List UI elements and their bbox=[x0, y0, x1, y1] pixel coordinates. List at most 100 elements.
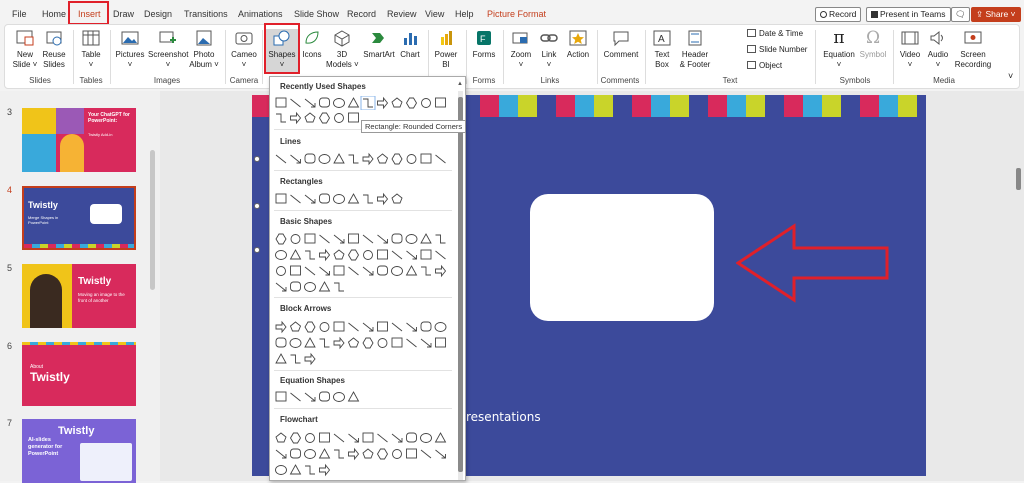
shape-option[interactable] bbox=[377, 96, 389, 110]
tab-file[interactable]: File bbox=[12, 9, 27, 19]
shape-option[interactable] bbox=[420, 153, 432, 164]
tab-help[interactable]: Help bbox=[455, 9, 474, 19]
shape-option[interactable] bbox=[290, 98, 301, 108]
shape-option[interactable] bbox=[434, 432, 447, 443]
shape-option[interactable] bbox=[377, 433, 388, 443]
shape-option[interactable] bbox=[319, 338, 330, 348]
shape-option[interactable] bbox=[405, 97, 418, 109]
symbol-button[interactable]: Ω Symbol bbox=[858, 29, 888, 60]
reuse-slides-button[interactable]: Reuse Slides bbox=[40, 29, 68, 69]
shape-option[interactable] bbox=[377, 265, 388, 276]
shape-option[interactable] bbox=[348, 266, 359, 276]
shape-option[interactable] bbox=[304, 98, 316, 108]
shape-option[interactable] bbox=[377, 192, 389, 206]
shape-option[interactable] bbox=[275, 97, 287, 108]
shape-option[interactable] bbox=[333, 336, 345, 350]
tab-design[interactable]: Design bbox=[144, 9, 172, 19]
shape-option[interactable] bbox=[318, 448, 331, 459]
3d-models-button[interactable]: 3D Models ˅ bbox=[326, 29, 359, 69]
shape-option[interactable] bbox=[347, 337, 360, 348]
shape-option[interactable] bbox=[377, 338, 388, 348]
shape-option[interactable] bbox=[362, 448, 374, 459]
shape-option[interactable] bbox=[435, 97, 446, 108]
shape-option[interactable] bbox=[319, 322, 330, 332]
tab-transitions[interactable]: Transitions bbox=[184, 9, 228, 19]
comment-button[interactable]: Comment bbox=[602, 29, 640, 60]
shape-option[interactable] bbox=[290, 448, 301, 459]
shape-option[interactable] bbox=[319, 391, 330, 402]
shape-option[interactable] bbox=[333, 153, 345, 164]
shape-option[interactable] bbox=[333, 249, 345, 260]
slide-number-button[interactable]: Slide Number bbox=[747, 45, 807, 55]
shape-option[interactable] bbox=[420, 249, 432, 260]
shape-option[interactable] bbox=[304, 112, 316, 123]
slide-thumbnail-7[interactable]: Twistly AI-slides generator for PowerPoi… bbox=[22, 419, 136, 483]
shape-option[interactable] bbox=[391, 250, 403, 260]
shape-option[interactable] bbox=[348, 447, 360, 461]
date-time-button[interactable]: Date & Time bbox=[747, 29, 803, 39]
shape-option[interactable] bbox=[406, 338, 417, 348]
slide-thumbnail-6[interactable]: About Twistly bbox=[22, 342, 136, 406]
shape-option[interactable] bbox=[333, 433, 345, 443]
forms-button[interactable]: F Forms bbox=[470, 29, 498, 60]
shape-option[interactable] bbox=[276, 113, 286, 123]
shape-option[interactable] bbox=[275, 193, 287, 204]
shape-option[interactable] bbox=[275, 353, 287, 364]
equation-button[interactable]: π Equation ˅ bbox=[821, 29, 857, 69]
shape-option[interactable] bbox=[347, 97, 360, 108]
object-button[interactable]: Object bbox=[747, 61, 782, 71]
shape-option[interactable] bbox=[347, 193, 360, 204]
record-button[interactable]: Record bbox=[815, 7, 862, 22]
selection-handle[interactable] bbox=[254, 247, 260, 253]
shape-option[interactable] bbox=[275, 233, 287, 245]
audio-button[interactable]: Audio ˅ bbox=[925, 29, 951, 69]
icons-button[interactable]: Icons bbox=[300, 29, 324, 60]
shape-option[interactable] bbox=[434, 322, 447, 332]
rounded-rectangle-shape[interactable] bbox=[530, 194, 714, 321]
tab-picture-format[interactable]: Picture Format bbox=[487, 9, 546, 19]
shape-option[interactable] bbox=[333, 194, 345, 204]
shape-option[interactable] bbox=[377, 249, 388, 260]
shape-option[interactable] bbox=[392, 449, 402, 459]
shape-option[interactable] bbox=[318, 281, 331, 292]
present-in-teams-button[interactable]: Present in Teams bbox=[866, 7, 951, 22]
shape-option[interactable] bbox=[406, 448, 417, 459]
pictures-button[interactable]: Pictures ˅ bbox=[114, 29, 146, 69]
shape-option[interactable] bbox=[420, 233, 432, 244]
shape-option[interactable] bbox=[304, 321, 316, 333]
shape-option[interactable] bbox=[391, 266, 403, 276]
thumbnail-scrollbar[interactable] bbox=[150, 150, 155, 290]
tab-slide-show[interactable]: Slide Show bbox=[294, 9, 339, 19]
screenshot-button[interactable]: Screenshot ˅ bbox=[148, 29, 188, 69]
shape-option[interactable] bbox=[304, 282, 316, 292]
shape-option[interactable] bbox=[304, 153, 316, 164]
shape-option[interactable] bbox=[405, 234, 418, 244]
shape-option[interactable] bbox=[319, 193, 330, 204]
shape-option[interactable] bbox=[420, 433, 432, 443]
header-footer-button[interactable]: Header & Footer bbox=[677, 29, 713, 69]
dropdown-scroll-up-icon[interactable]: ▲ bbox=[457, 81, 463, 87]
shape-option[interactable] bbox=[290, 111, 302, 125]
shape-option[interactable] bbox=[289, 321, 302, 332]
shape-option[interactable] bbox=[435, 264, 447, 278]
chart-button[interactable]: Chart bbox=[398, 29, 422, 60]
shape-option[interactable] bbox=[420, 321, 432, 332]
tab-view[interactable]: View bbox=[425, 9, 444, 19]
shape-option[interactable] bbox=[275, 449, 287, 459]
shape-option[interactable] bbox=[305, 250, 315, 260]
shape-option[interactable] bbox=[275, 432, 287, 443]
shape-option[interactable] bbox=[420, 338, 432, 348]
shape-option[interactable] bbox=[362, 266, 374, 276]
shape-option[interactable] bbox=[289, 464, 302, 475]
shape-option[interactable] bbox=[405, 265, 418, 276]
shape-option[interactable] bbox=[304, 194, 316, 204]
shape-option[interactable] bbox=[363, 194, 373, 204]
shape-option[interactable] bbox=[333, 321, 345, 332]
shape-option[interactable] bbox=[377, 321, 388, 332]
shape-option[interactable] bbox=[275, 282, 287, 292]
shape-option[interactable] bbox=[348, 233, 359, 244]
video-button[interactable]: Video ˅ bbox=[898, 29, 922, 69]
dropdown-scroll-thumb[interactable] bbox=[458, 97, 463, 472]
shape-option[interactable] bbox=[276, 266, 286, 276]
link-button[interactable]: Link ˅ bbox=[537, 29, 561, 69]
